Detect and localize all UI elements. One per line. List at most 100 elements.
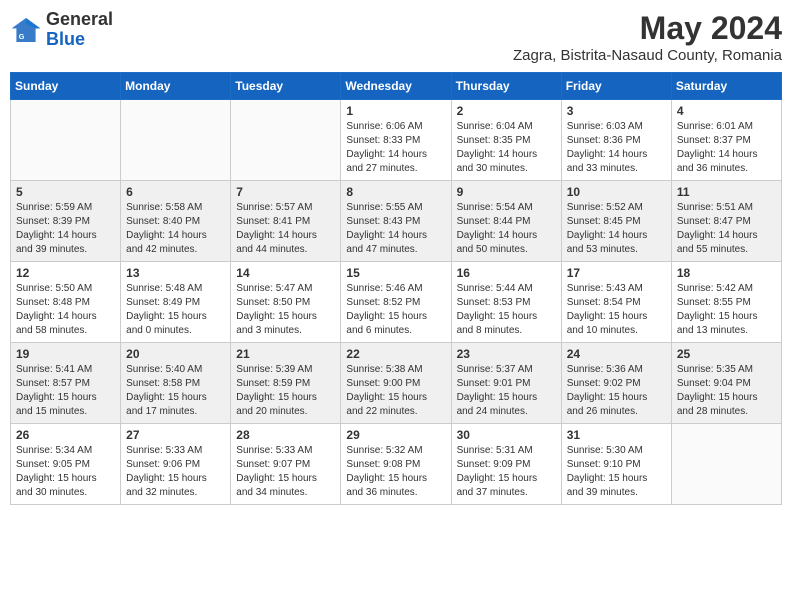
day-info: Sunrise: 5:36 AM Sunset: 9:02 PM Dayligh… — [567, 363, 666, 419]
day-number: 1 — [346, 104, 445, 118]
weekday-header-saturday: Saturday — [671, 73, 781, 100]
weekday-header-tuesday: Tuesday — [231, 73, 341, 100]
day-number: 24 — [567, 347, 666, 361]
calendar-cell: 10 Sunrise: 5:52 AM Sunset: 8:45 PM Dayli… — [561, 181, 671, 262]
day-info: Sunrise: 5:31 AM Sunset: 9:09 PM Dayligh… — [457, 444, 556, 500]
day-info: Sunrise: 5:34 AM Sunset: 9:05 PM Dayligh… — [16, 444, 115, 500]
day-info: Sunrise: 6:06 AM Sunset: 8:33 PM Dayligh… — [346, 120, 445, 176]
day-info: Sunrise: 5:40 AM Sunset: 8:58 PM Dayligh… — [126, 363, 225, 419]
day-info: Sunrise: 5:33 AM Sunset: 9:06 PM Dayligh… — [126, 444, 225, 500]
day-number: 25 — [677, 347, 776, 361]
logo: G General Blue — [10, 10, 113, 50]
day-number: 20 — [126, 347, 225, 361]
day-number: 13 — [126, 266, 225, 280]
calendar-cell — [11, 100, 121, 181]
calendar-cell — [231, 100, 341, 181]
day-number: 26 — [16, 428, 115, 442]
day-number: 30 — [457, 428, 556, 442]
calendar-cell — [671, 424, 781, 505]
calendar-cell: 7Sunrise: 5:57 AM Sunset: 8:41 PM Daylig… — [231, 181, 341, 262]
day-info: Sunrise: 5:54 AM Sunset: 8:44 PM Dayligh… — [457, 201, 556, 257]
day-info: Sunrise: 5:43 AM Sunset: 8:54 PM Dayligh… — [567, 282, 666, 338]
day-number: 7 — [236, 185, 335, 199]
calendar-cell: 16 Sunrise: 5:44 AM Sunset: 8:53 PM Dayli… — [451, 262, 561, 343]
calendar-cell: 2 Sunrise: 6:04 AM Sunset: 8:35 PM Daylig… — [451, 100, 561, 181]
day-number: 16 — [457, 266, 556, 280]
weekday-header-friday: Friday — [561, 73, 671, 100]
day-info: Sunrise: 5:50 AM Sunset: 8:48 PM Dayligh… — [16, 282, 115, 338]
day-info: Sunrise: 5:46 AM Sunset: 8:52 PM Dayligh… — [346, 282, 445, 338]
calendar-week-5: 26 Sunrise: 5:34 AM Sunset: 9:05 PM Dayli… — [11, 424, 782, 505]
calendar-week-1: 1 Sunrise: 6:06 AM Sunset: 8:33 PM Daylig… — [11, 100, 782, 181]
calendar-cell: 9 Sunrise: 5:54 AM Sunset: 8:44 PM Daylig… — [451, 181, 561, 262]
weekday-header-wednesday: Wednesday — [341, 73, 451, 100]
day-info: Sunrise: 5:55 AM Sunset: 8:43 PM Dayligh… — [346, 201, 445, 257]
calendar-cell: 19 Sunrise: 5:41 AM Sunset: 8:57 PM Dayli… — [11, 343, 121, 424]
title-block: May 2024 Zagra, Bistrita-Nasaud County, … — [513, 10, 782, 64]
day-number: 9 — [457, 185, 556, 199]
calendar-cell: 5 Sunrise: 5:59 AM Sunset: 8:39 PM Daylig… — [11, 181, 121, 262]
calendar-cell: 29 Sunrise: 5:32 AM Sunset: 9:08 PM Dayli… — [341, 424, 451, 505]
calendar-cell: 12Sunrise: 5:50 AM Sunset: 8:48 PM Dayli… — [11, 262, 121, 343]
weekday-header-row: SundayMondayTuesdayWednesdayThursdayFrid… — [11, 73, 782, 100]
day-number: 15 — [346, 266, 445, 280]
calendar-cell: 4 Sunrise: 6:01 AM Sunset: 8:37 PM Daylig… — [671, 100, 781, 181]
weekday-header-sunday: Sunday — [11, 73, 121, 100]
logo-general: General — [46, 9, 113, 29]
month-year-title: May 2024 — [513, 10, 782, 47]
day-number: 5 — [16, 185, 115, 199]
logo-blue: Blue — [46, 29, 85, 49]
calendar-cell: 31 Sunrise: 5:30 AM Sunset: 9:10 PM Dayli… — [561, 424, 671, 505]
day-number: 29 — [346, 428, 445, 442]
day-number: 14 — [236, 266, 335, 280]
location-subtitle: Zagra, Bistrita-Nasaud County, Romania — [513, 47, 782, 64]
calendar-cell: 26 Sunrise: 5:34 AM Sunset: 9:05 PM Dayli… — [11, 424, 121, 505]
calendar-cell: 15 Sunrise: 5:46 AM Sunset: 8:52 PM Dayli… — [341, 262, 451, 343]
day-info: Sunrise: 5:52 AM Sunset: 8:45 PM Dayligh… — [567, 201, 666, 257]
day-number: 10 — [567, 185, 666, 199]
day-info: Sunrise: 5:33 AM Sunset: 9:07 PM Dayligh… — [236, 444, 335, 500]
day-info: Sunrise: 6:04 AM Sunset: 8:35 PM Dayligh… — [457, 120, 556, 176]
calendar-cell: 1 Sunrise: 6:06 AM Sunset: 8:33 PM Daylig… — [341, 100, 451, 181]
day-info: Sunrise: 5:48 AM Sunset: 8:49 PM Dayligh… — [126, 282, 225, 338]
day-info: Sunrise: 6:03 AM Sunset: 8:36 PM Dayligh… — [567, 120, 666, 176]
calendar-cell: 23Sunrise: 5:37 AM Sunset: 9:01 PM Dayli… — [451, 343, 561, 424]
day-number: 8 — [346, 185, 445, 199]
calendar-cell: 13 Sunrise: 5:48 AM Sunset: 8:49 PM Dayli… — [121, 262, 231, 343]
day-number: 4 — [677, 104, 776, 118]
day-info: Sunrise: 5:47 AM Sunset: 8:50 PM Dayligh… — [236, 282, 335, 338]
calendar-cell: 28 Sunrise: 5:33 AM Sunset: 9:07 PM Dayli… — [231, 424, 341, 505]
calendar-cell: 8 Sunrise: 5:55 AM Sunset: 8:43 PM Daylig… — [341, 181, 451, 262]
day-number: 27 — [126, 428, 225, 442]
day-info: Sunrise: 5:58 AM Sunset: 8:40 PM Dayligh… — [126, 201, 225, 257]
day-number: 2 — [457, 104, 556, 118]
calendar-cell: 20 Sunrise: 5:40 AM Sunset: 8:58 PM Dayli… — [121, 343, 231, 424]
weekday-header-thursday: Thursday — [451, 73, 561, 100]
day-info: Sunrise: 5:30 AM Sunset: 9:10 PM Dayligh… — [567, 444, 666, 500]
day-info: Sunrise: 5:32 AM Sunset: 9:08 PM Dayligh… — [346, 444, 445, 500]
weekday-header-monday: Monday — [121, 73, 231, 100]
day-number: 19 — [16, 347, 115, 361]
calendar-cell: 30 Sunrise: 5:31 AM Sunset: 9:09 PM Dayli… — [451, 424, 561, 505]
calendar-cell: 22Sunrise: 5:38 AM Sunset: 9:00 PM Dayli… — [341, 343, 451, 424]
calendar-week-4: 19 Sunrise: 5:41 AM Sunset: 8:57 PM Dayli… — [11, 343, 782, 424]
day-number: 3 — [567, 104, 666, 118]
day-number: 18 — [677, 266, 776, 280]
calendar-table: SundayMondayTuesdayWednesdayThursdayFrid… — [10, 72, 782, 505]
day-number: 21 — [236, 347, 335, 361]
day-number: 28 — [236, 428, 335, 442]
day-info: Sunrise: 5:39 AM Sunset: 8:59 PM Dayligh… — [236, 363, 335, 419]
calendar-cell: 6Sunrise: 5:58 AM Sunset: 8:40 PM Daylig… — [121, 181, 231, 262]
day-info: Sunrise: 5:35 AM Sunset: 9:04 PM Dayligh… — [677, 363, 776, 419]
day-info: Sunrise: 5:59 AM Sunset: 8:39 PM Dayligh… — [16, 201, 115, 257]
calendar-cell: 11Sunrise: 5:51 AM Sunset: 8:47 PM Dayli… — [671, 181, 781, 262]
calendar-cell: 18Sunrise: 5:42 AM Sunset: 8:55 PM Dayli… — [671, 262, 781, 343]
day-info: Sunrise: 5:41 AM Sunset: 8:57 PM Dayligh… — [16, 363, 115, 419]
day-number: 31 — [567, 428, 666, 442]
svg-text:G: G — [19, 32, 25, 41]
day-number: 23 — [457, 347, 556, 361]
day-info: Sunrise: 5:44 AM Sunset: 8:53 PM Dayligh… — [457, 282, 556, 338]
day-info: Sunrise: 6:01 AM Sunset: 8:37 PM Dayligh… — [677, 120, 776, 176]
calendar-cell: 3 Sunrise: 6:03 AM Sunset: 8:36 PM Daylig… — [561, 100, 671, 181]
calendar-week-3: 12Sunrise: 5:50 AM Sunset: 8:48 PM Dayli… — [11, 262, 782, 343]
